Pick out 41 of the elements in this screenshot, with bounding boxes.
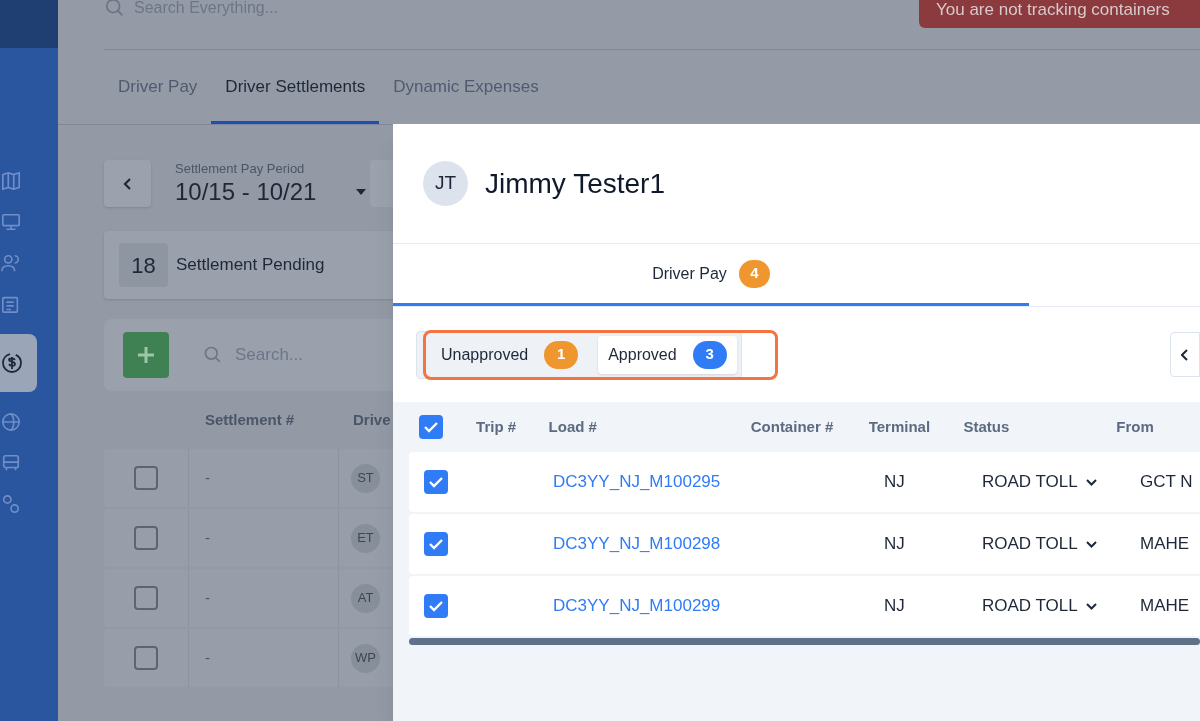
column-header: Status [963,417,1010,435]
column-header: Load # [548,417,597,435]
segment-tab[interactable]: Unapproved 1 [431,335,589,374]
table-cell: NJ [884,596,905,616]
table-cell: NJ [884,472,905,492]
table-cell: MAHE [1140,534,1190,554]
column-header: From [1116,417,1154,435]
table-cell-text: - [205,647,210,668]
status-dropdown[interactable]: ROAD TOLL [982,469,1097,495]
alert-banner: You are not tracking containers [919,0,1200,28]
pay-period-value[interactable]: 10/15 - 10/21 [175,176,317,207]
column-header: Drive [353,410,391,428]
column-header: Trip # [476,417,517,435]
count-badge: 1 [544,340,579,369]
status-dropdown[interactable]: ROAD TOLL [982,531,1097,557]
avatar: ST [351,463,380,493]
avatar: ET [351,523,380,553]
avatar: JT [423,161,468,206]
load-link[interactable]: DC3YY_NJ_M100295 [553,472,721,492]
driver-name: Jimmy Tester1 [485,166,665,201]
table-cell: NJ [884,534,905,554]
column-header: Container # [750,417,834,435]
table-cell-text: - [205,587,210,608]
column-header: Terminal [868,417,931,435]
tab[interactable]: Driver Pay 4 [393,244,1029,306]
table-cell-text: - [205,467,210,488]
column-header: Settlement # [205,410,295,428]
summary-label: Settlement Pending [176,254,325,277]
table-cell: GCT N [1140,472,1193,492]
count-badge: 3 [692,340,727,369]
table-cell-text: - [205,527,210,548]
count-badge: 18 [119,243,168,287]
segment-tab[interactable]: Approved 3 [598,335,737,374]
status-dropdown[interactable]: ROAD TOLL [982,593,1097,619]
avatar: AT [351,583,380,613]
count-badge: 4 [738,259,770,288]
avatar: WP [351,643,380,673]
load-link[interactable]: DC3YY_NJ_M100299 [553,596,721,616]
load-link[interactable]: DC3YY_NJ_M100298 [553,534,721,554]
pay-period-label: Settlement Pay Period [175,160,306,177]
table-cell: MAHE [1140,596,1190,616]
